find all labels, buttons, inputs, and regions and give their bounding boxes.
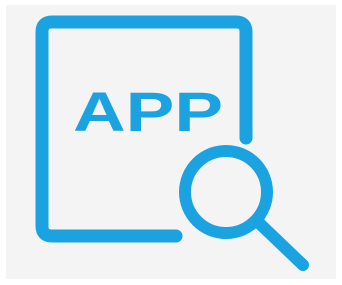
icon-canvas: APP [0, 0, 342, 285]
magnifier-handle-icon [252, 216, 309, 271]
app-label: APP [73, 80, 223, 143]
app-search-icon: APP [35, 15, 309, 271]
